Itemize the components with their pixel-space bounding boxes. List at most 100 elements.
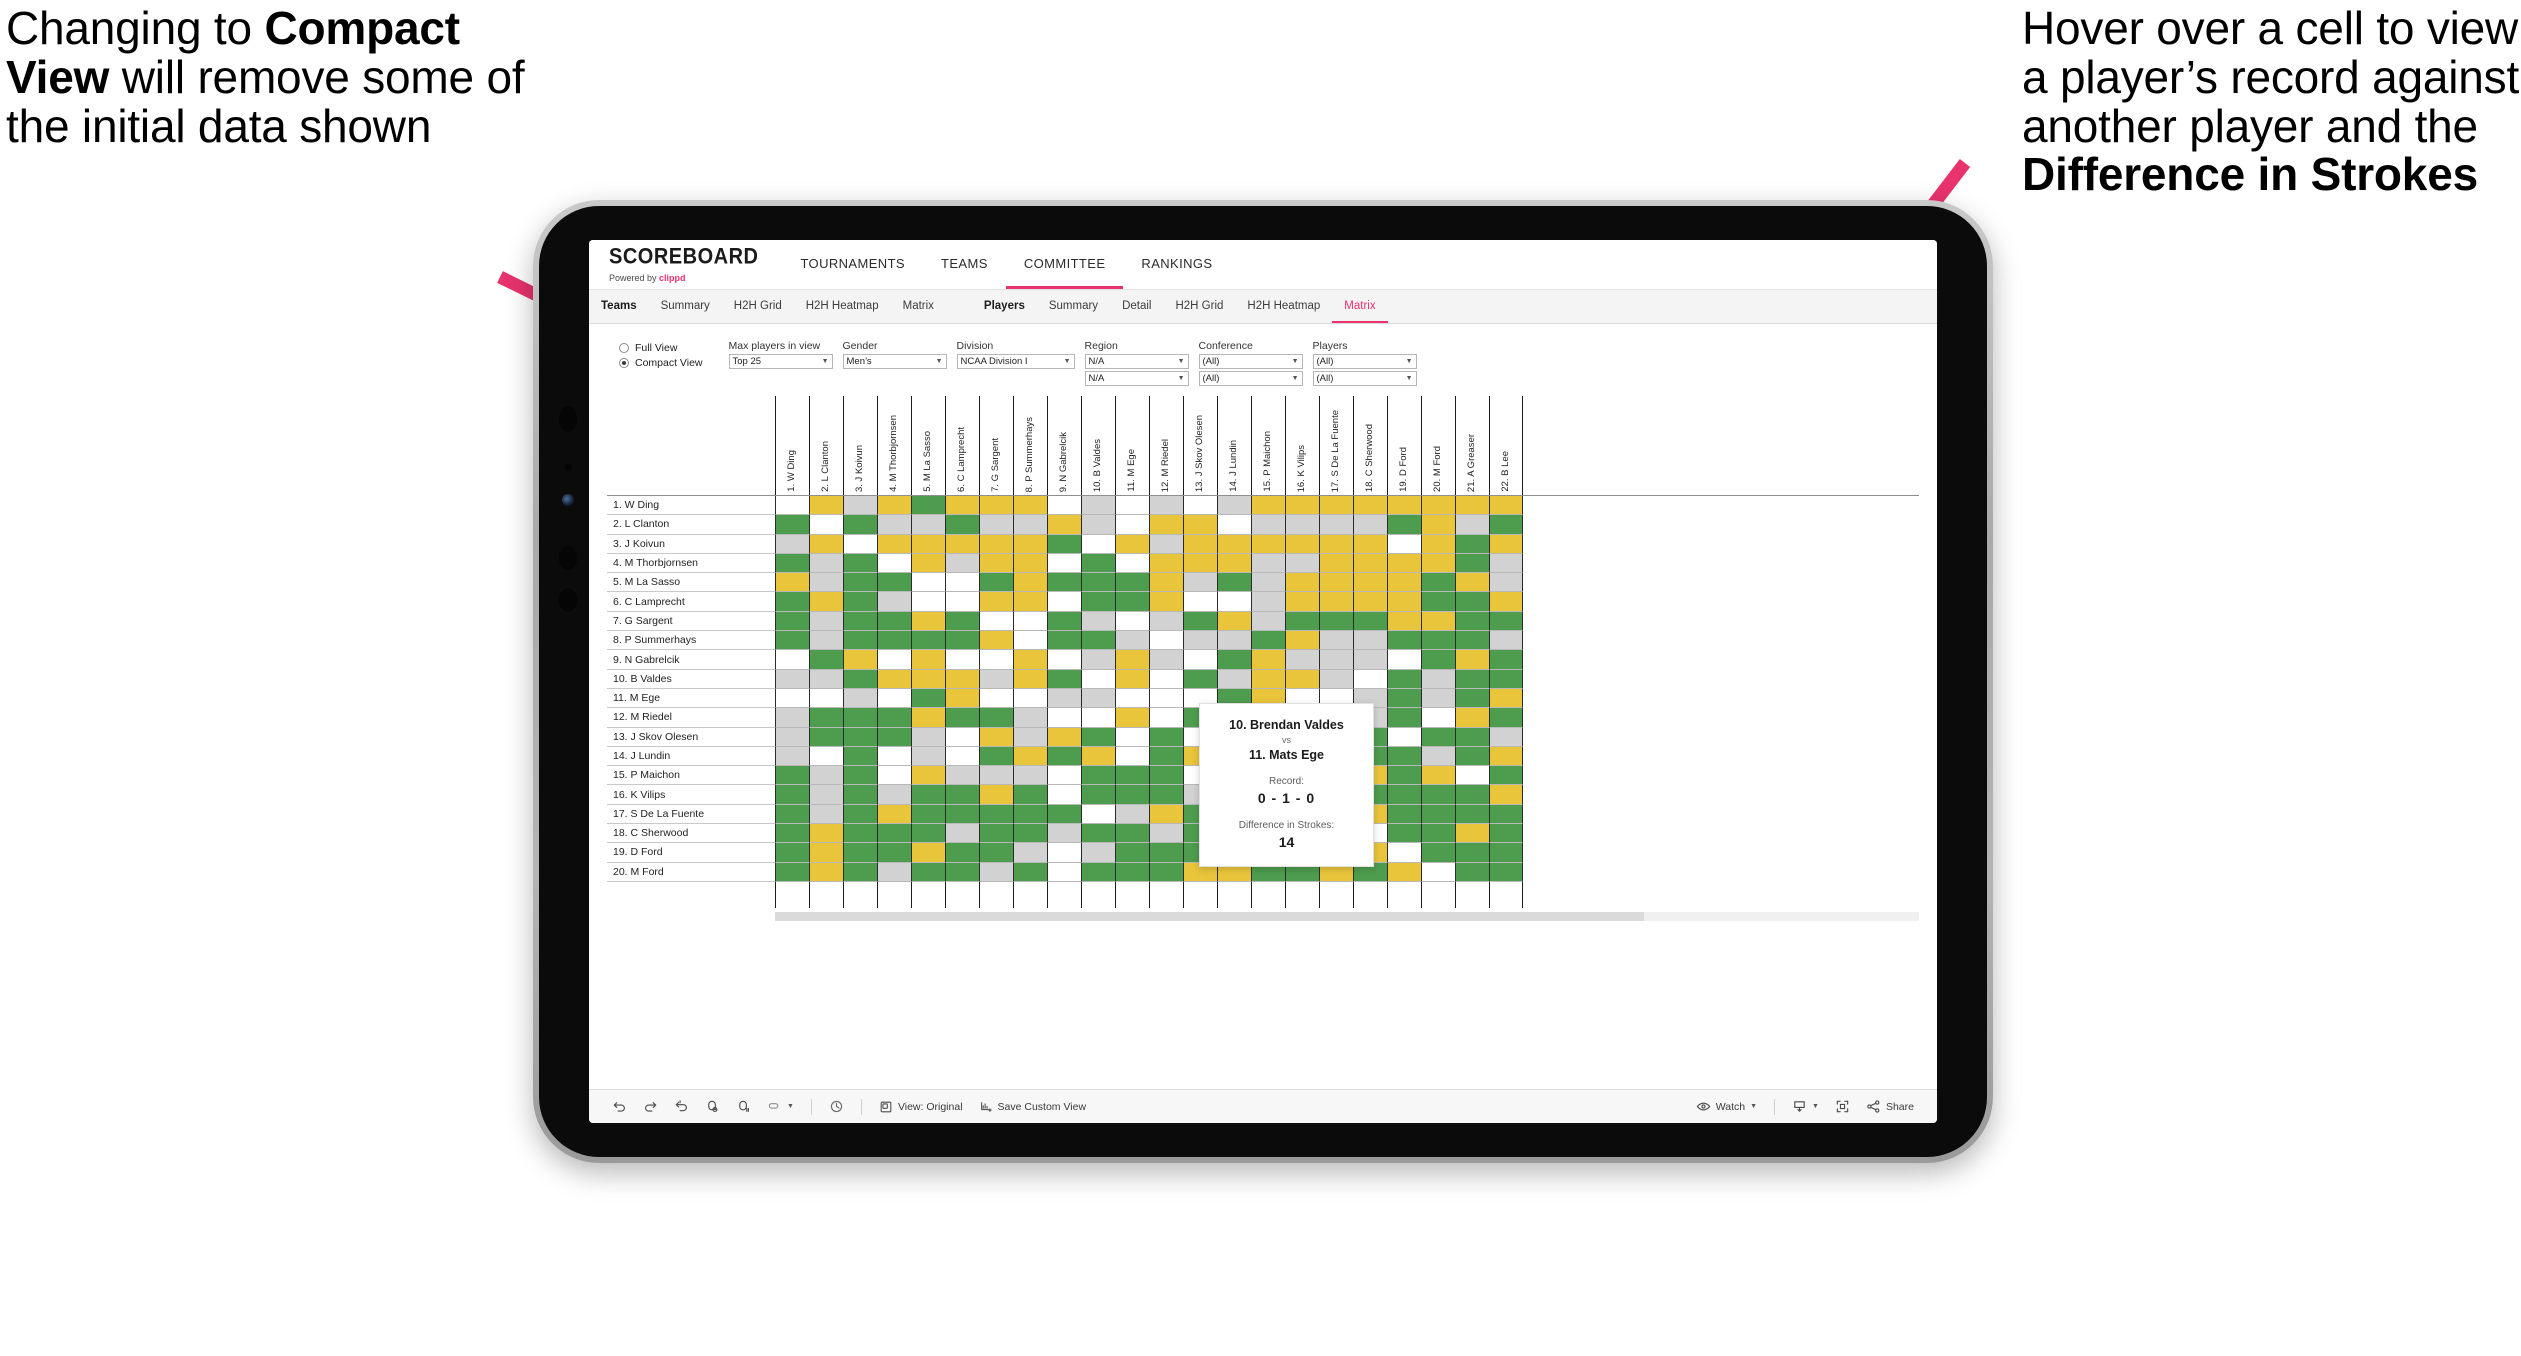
- matrix-cell[interactable]: [979, 862, 1013, 882]
- matrix-row-label[interactable]: 3. J Koivun: [607, 534, 775, 554]
- matrix-cell[interactable]: [877, 862, 911, 882]
- matrix-cell[interactable]: [1455, 611, 1489, 632]
- matrix-row-label[interactable]: 2. L Clanton: [607, 515, 775, 535]
- matrix-row-label[interactable]: 6. C Lamprecht: [607, 592, 775, 612]
- app-logo[interactable]: SCOREBOARD Powered by clippd: [609, 240, 782, 289]
- matrix-cell[interactable]: [843, 766, 877, 786]
- matrix-cell[interactable]: [1319, 496, 1353, 516]
- matrix-cell[interactable]: [1489, 631, 1523, 651]
- matrix-cell[interactable]: [877, 708, 911, 728]
- matrix-cell[interactable]: [1115, 669, 1149, 689]
- matrix-cell[interactable]: [1489, 804, 1523, 825]
- matrix-column-header[interactable]: 8. P Summerhays: [1013, 396, 1047, 495]
- matrix-cell[interactable]: [1149, 708, 1183, 728]
- dropdown-players[interactable]: (All) ▼: [1312, 354, 1417, 369]
- matrix-cell[interactable]: [877, 592, 911, 612]
- matrix-cell[interactable]: [1013, 553, 1047, 574]
- matrix-cell[interactable]: [1421, 496, 1455, 516]
- matrix-cell[interactable]: [945, 515, 979, 535]
- matrix-cell[interactable]: [1115, 824, 1149, 844]
- matrix-cell[interactable]: [1455, 592, 1489, 612]
- matrix-cell[interactable]: [843, 804, 877, 825]
- matrix-cell[interactable]: [877, 631, 911, 651]
- matrix-cell[interactable]: [1047, 785, 1081, 805]
- dropdown-players-secondary[interactable]: (All) ▼: [1312, 371, 1417, 386]
- matrix-cell[interactable]: [1319, 534, 1353, 554]
- matrix-cell[interactable]: [1047, 708, 1081, 728]
- matrix-cell[interactable]: [877, 553, 911, 574]
- matrix-cell[interactable]: [1047, 766, 1081, 786]
- matrix-cell[interactable]: [1115, 553, 1149, 574]
- matrix-cell[interactable]: [775, 785, 809, 805]
- matrix-cell[interactable]: [945, 496, 979, 516]
- matrix-cell[interactable]: [1421, 824, 1455, 844]
- matrix-cell[interactable]: [1251, 669, 1285, 689]
- matrix-cell[interactable]: [1081, 631, 1115, 651]
- matrix-cell[interactable]: [1319, 669, 1353, 689]
- matrix-cell[interactable]: [1353, 650, 1387, 670]
- download-button[interactable]: ▼: [1785, 1095, 1826, 1119]
- matrix-row-label[interactable]: 12. M Riedel: [607, 708, 775, 728]
- matrix-row-label[interactable]: 10. B Valdes: [607, 669, 775, 689]
- matrix-cell[interactable]: [1149, 631, 1183, 651]
- dropdown-region-secondary[interactable]: N/A ▼: [1084, 371, 1189, 386]
- matrix-cell[interactable]: [1047, 496, 1081, 516]
- sub-nav-teams-summary[interactable]: Summary: [649, 290, 722, 323]
- sub-nav-players-matrix[interactable]: Matrix: [1332, 290, 1388, 323]
- matrix-cell[interactable]: [809, 804, 843, 825]
- redo-button[interactable]: [636, 1095, 665, 1119]
- matrix-cell[interactable]: [1047, 631, 1081, 651]
- matrix-cell[interactable]: [1149, 766, 1183, 786]
- matrix-cell[interactable]: [1387, 592, 1421, 612]
- matrix-cell[interactable]: [1149, 611, 1183, 632]
- matrix-cell[interactable]: [1149, 785, 1183, 805]
- matrix-cell[interactable]: [1013, 496, 1047, 516]
- matrix-cell[interactable]: [1081, 785, 1115, 805]
- matrix-cell[interactable]: [1455, 766, 1489, 786]
- matrix-cell[interactable]: [979, 496, 1013, 516]
- matrix-column-header[interactable]: 14. J Lundin: [1217, 396, 1251, 495]
- matrix-cell[interactable]: [911, 824, 945, 844]
- matrix-cell[interactable]: [911, 650, 945, 670]
- matrix-cell[interactable]: [877, 650, 911, 670]
- matrix-row-label[interactable]: 7. G Sargent: [607, 611, 775, 632]
- matrix-cell[interactable]: [979, 553, 1013, 574]
- matrix-cell[interactable]: [911, 727, 945, 747]
- matrix-cell[interactable]: [1081, 496, 1115, 516]
- matrix-cell[interactable]: [843, 843, 877, 863]
- matrix-cell[interactable]: [775, 592, 809, 612]
- matrix-cell[interactable]: [1455, 534, 1489, 554]
- matrix-cell[interactable]: [1013, 631, 1047, 651]
- matrix-cell[interactable]: [1489, 534, 1523, 554]
- matrix-cell[interactable]: [1455, 746, 1489, 767]
- matrix-cell[interactable]: [1319, 650, 1353, 670]
- matrix-cell[interactable]: [911, 862, 945, 882]
- matrix-cell[interactable]: [1149, 592, 1183, 612]
- matrix-cell[interactable]: [809, 592, 843, 612]
- matrix-cell[interactable]: [1251, 592, 1285, 612]
- matrix-cell[interactable]: [843, 862, 877, 882]
- matrix-row-label[interactable]: 19. D Ford: [607, 843, 775, 863]
- matrix-cell[interactable]: [1455, 669, 1489, 689]
- matrix-cell[interactable]: [843, 650, 877, 670]
- matrix-cell[interactable]: [775, 573, 809, 593]
- matrix-cell[interactable]: [843, 824, 877, 844]
- matrix-cell[interactable]: [775, 766, 809, 786]
- matrix-cell[interactable]: [775, 688, 809, 709]
- matrix-cell[interactable]: [1047, 843, 1081, 863]
- dropdown-conference[interactable]: (All) ▼: [1198, 354, 1303, 369]
- matrix-cell[interactable]: [945, 669, 979, 689]
- revert-button[interactable]: [667, 1095, 696, 1119]
- matrix-cell[interactable]: [1013, 785, 1047, 805]
- matrix-cell[interactable]: [945, 727, 979, 747]
- matrix-cell[interactable]: [1455, 650, 1489, 670]
- sub-nav-players-h2h-grid[interactable]: H2H Grid: [1163, 290, 1235, 323]
- matrix-cell[interactable]: [1081, 862, 1115, 882]
- radio-full-view[interactable]: Full View: [619, 342, 703, 354]
- matrix-cell[interactable]: [1319, 573, 1353, 593]
- dropdown-gender[interactable]: Men’s ▼: [842, 354, 947, 369]
- matrix-cell[interactable]: [979, 843, 1013, 863]
- matrix-cell[interactable]: [775, 669, 809, 689]
- matrix-cell[interactable]: [1387, 669, 1421, 689]
- matrix-cell[interactable]: [1421, 592, 1455, 612]
